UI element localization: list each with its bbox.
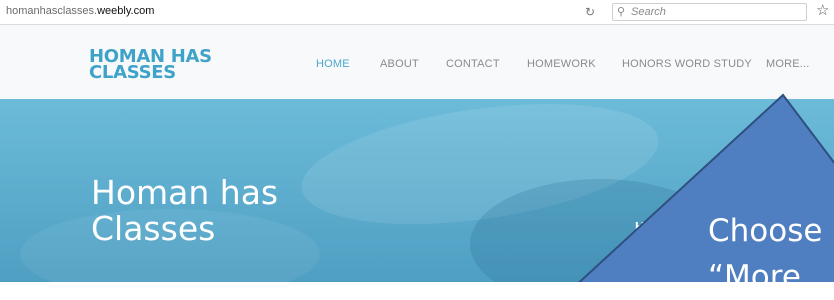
hero-title-line-2: Classes: [91, 209, 216, 248]
url-prefix: homanhasclasses.: [6, 5, 98, 17]
site-header: HOMAN HAS CLASSES HOME ABOUT CONTACT HOM…: [0, 25, 834, 99]
reload-icon[interactable]: ↻: [578, 4, 602, 20]
hero-title: Homan has Classes: [91, 175, 278, 247]
hero-title-line-1: Homan has: [91, 173, 279, 212]
nav-about[interactable]: ABOUT: [380, 58, 419, 70]
search-placeholder: Search: [631, 6, 666, 18]
nav-contact[interactable]: CONTACT: [446, 58, 500, 70]
hero-subtitle-fragment: H: [635, 219, 645, 234]
nav-more[interactable]: MORE...: [766, 58, 810, 70]
browser-toolbar: homanhasclasses.weebly.com ↻ ⚲ Search ☆: [0, 0, 834, 25]
callout-line-2: “More: [708, 259, 801, 295]
nav-honors-word-study[interactable]: HONORS WORD STUDY: [622, 58, 752, 70]
nav-homework[interactable]: HOMEWORK: [527, 58, 596, 70]
callout-text: Choose “More: [708, 208, 822, 300]
nav-home[interactable]: HOME: [316, 58, 350, 70]
address-bar[interactable]: homanhasclasses.weebly.com: [6, 5, 154, 17]
logo-line-2: CLASSES: [89, 62, 176, 83]
bookmark-star-icon[interactable]: ☆: [816, 2, 829, 20]
search-icon: ⚲: [617, 6, 626, 18]
callout-line-1: Choose: [708, 213, 823, 249]
site-logo[interactable]: HOMAN HAS CLASSES: [89, 48, 239, 83]
url-host: weebly.com: [97, 5, 155, 17]
search-input[interactable]: ⚲ Search: [612, 3, 807, 21]
